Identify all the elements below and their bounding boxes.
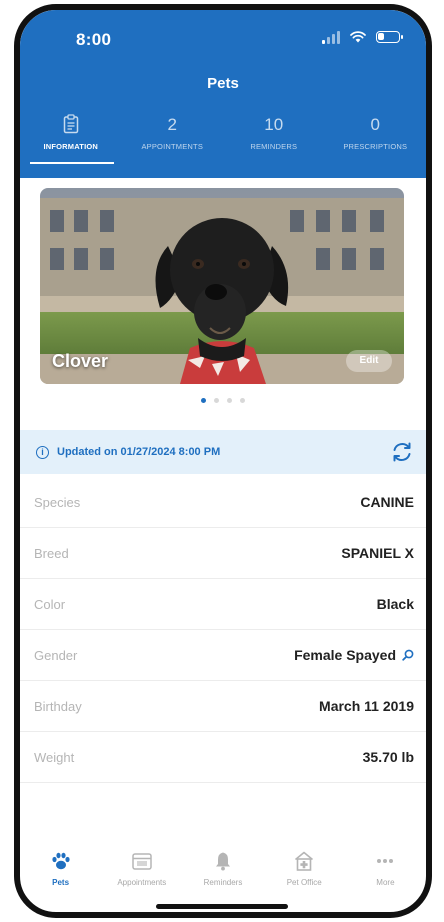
updated-text: Updated on 01/27/2024 8:00 PM [57, 446, 221, 458]
home-indicator [156, 904, 288, 909]
info-value: Black [376, 596, 414, 612]
info-icon: i [36, 445, 49, 459]
bottom-nav: Pets Appointments Reminders Pet Office M… [20, 850, 426, 910]
info-label: Weight [34, 749, 75, 765]
info-label: Breed [34, 545, 69, 561]
info-label: Color [34, 596, 66, 612]
info-label: Gender [34, 647, 78, 663]
edit-photo-button[interactable]: Edit [346, 350, 392, 372]
nav-label: Reminders [203, 878, 243, 887]
carousel-dot[interactable] [227, 398, 232, 403]
status-icons [322, 30, 403, 44]
info-label: Species [34, 494, 81, 510]
tab-label: REMINDERS [250, 142, 298, 151]
nav-appointments[interactable]: Appointments [101, 850, 182, 910]
calendar-icon [132, 853, 152, 870]
info-value: March 11 2019 [319, 698, 414, 714]
signal-icon [322, 30, 340, 44]
phone-frame: 8:00 Pets INFORMATION 2 APPOINTMENTS 10 … [14, 4, 432, 918]
bell-icon [216, 852, 230, 871]
nav-reminders[interactable]: Reminders [182, 850, 263, 910]
status-time: 8:00 [76, 30, 112, 49]
tab-count: 10 [264, 115, 284, 134]
battery-icon [376, 31, 403, 43]
clipboard-icon [63, 114, 78, 134]
pet-photo[interactable]: Clover Edit [40, 188, 404, 384]
tab-label: APPOINTMENTS [141, 142, 204, 151]
info-row-color: Color Black [20, 579, 426, 630]
carousel-dot[interactable] [214, 398, 219, 403]
tab-count: 0 [370, 115, 380, 134]
tab-prescriptions[interactable]: 0 PRESCRIPTIONS [325, 114, 427, 162]
search-icon[interactable] [402, 649, 414, 661]
pet-name: Clover [52, 351, 109, 371]
info-value: CANINE [360, 494, 414, 510]
nav-label: Pets [52, 878, 70, 887]
info-row-weight: Weight 35.70 lb [20, 732, 426, 783]
tab-label: PRESCRIPTIONS [343, 142, 408, 151]
info-row-breed: Breed SPANIEL X [20, 528, 426, 579]
tab-appointments[interactable]: 2 APPOINTMENTS [122, 114, 224, 162]
wifi-icon [350, 31, 366, 43]
nav-label: More [376, 878, 395, 887]
updated-banner: i Updated on 01/27/2024 8:00 PM [20, 430, 426, 474]
tab-label: INFORMATION [43, 142, 99, 151]
tab-information[interactable]: INFORMATION [20, 114, 122, 164]
device-notch [200, 10, 280, 12]
nav-pet-office[interactable]: Pet Office [264, 850, 345, 910]
info-row-species: Species CANINE [20, 477, 426, 528]
nav-label: Pet Office [286, 878, 322, 887]
carousel-dot[interactable] [201, 398, 206, 403]
info-row-birthday: Birthday March 11 2019 [20, 681, 426, 732]
building-icon [295, 851, 314, 871]
page-title: Pets [207, 75, 239, 92]
tab-bar: INFORMATION 2 APPOINTMENTS 10 REMINDERS … [20, 114, 427, 164]
info-label: Birthday [34, 698, 82, 714]
tab-count: 2 [167, 115, 177, 134]
info-value: SPANIEL X [341, 545, 414, 561]
paw-icon [51, 852, 70, 870]
tab-reminders[interactable]: 10 REMINDERS [223, 114, 325, 162]
status-bar: 8:00 [20, 10, 426, 70]
carousel-dot[interactable] [240, 398, 245, 403]
more-dots-icon [377, 859, 394, 863]
nav-label: Appointments [117, 878, 167, 887]
app-header: 8:00 Pets INFORMATION 2 APPOINTMENTS 10 … [20, 10, 426, 178]
pet-info-list: Species CANINE Breed SPANIEL X Color Bla… [20, 477, 426, 783]
refresh-icon[interactable] [390, 440, 414, 464]
nav-pets[interactable]: Pets [20, 850, 101, 910]
gender-value-text: Female Spayed [294, 647, 396, 663]
nav-more[interactable]: More [345, 850, 426, 910]
info-row-gender: Gender Female Spayed [20, 630, 426, 681]
carousel-dots [20, 398, 426, 403]
info-value-gender: Female Spayed [294, 647, 414, 663]
info-value: 35.70 lb [362, 749, 414, 765]
